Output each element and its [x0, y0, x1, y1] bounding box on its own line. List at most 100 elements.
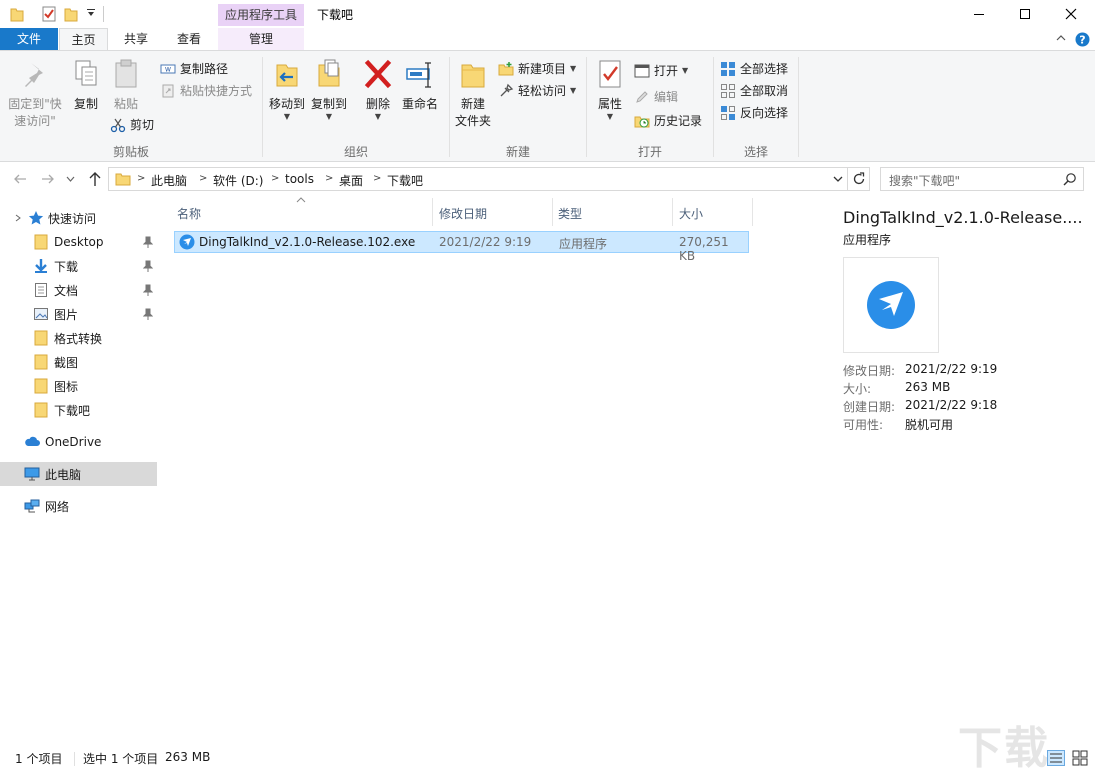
paste-shortcut-button[interactable]: 粘贴快捷方式	[160, 81, 252, 101]
breadcrumb-tools[interactable]: tools	[285, 172, 314, 186]
collapse-ribbon-icon[interactable]	[1056, 34, 1066, 42]
select-none-button[interactable]: 全部取消	[720, 81, 788, 101]
refresh-icon[interactable]	[852, 172, 866, 186]
nav-this-pc[interactable]: 此电脑	[0, 462, 157, 486]
status-bar: 1 个项目 选中 1 个项目 263 MB	[0, 746, 1095, 770]
column-divider[interactable]	[752, 198, 753, 226]
invert-selection-button[interactable]: 反向选择	[720, 103, 788, 123]
address-bar[interactable]: > 此电脑 > 软件 (D:) > tools > 桌面 > 下载吧	[108, 167, 870, 191]
column-header-size[interactable]: 大小	[679, 205, 703, 222]
breadcrumb-separator[interactable]: >	[137, 173, 145, 184]
preview-value-size: 263 MB	[905, 380, 951, 394]
address-dropdown-icon[interactable]	[833, 175, 843, 183]
file-list-area[interactable]	[160, 198, 820, 738]
dingtalk-app-icon	[179, 234, 195, 250]
tab-home[interactable]: 主页	[59, 28, 108, 50]
nav-label: 下载	[54, 259, 79, 274]
easy-access-button[interactable]: 轻松访问 ▼	[498, 81, 576, 101]
properties-button[interactable]: 属性 ▼	[594, 57, 626, 121]
breadcrumb-separator[interactable]: >	[325, 173, 333, 184]
nav-network[interactable]: 网络	[0, 494, 157, 518]
tab-manage[interactable]: 管理	[218, 28, 304, 50]
expand-chevron-icon[interactable]	[14, 214, 24, 222]
minimize-button[interactable]	[956, 0, 1002, 28]
column-divider[interactable]	[552, 198, 553, 226]
select-all-label: 全部选择	[740, 62, 789, 76]
column-divider[interactable]	[432, 198, 433, 226]
pin-icon[interactable]	[143, 284, 153, 296]
breadcrumb-desktop[interactable]: 桌面	[339, 172, 363, 189]
tab-file[interactable]: 文件	[0, 28, 58, 50]
new-item-label: 新建项目	[518, 62, 567, 76]
status-selected-size: 263 MB	[165, 750, 211, 764]
breadcrumb-separator[interactable]: >	[199, 173, 207, 184]
history-button[interactable]: 历史记录	[634, 111, 702, 131]
status-selected-count: 选中 1 个项目	[83, 752, 159, 766]
column-header-type[interactable]: 类型	[558, 205, 582, 222]
search-input-placeholder[interactable]: 搜索"下载吧"	[889, 172, 960, 189]
folder-icon[interactable]	[10, 6, 24, 22]
nav-item-pictures[interactable]: 图片	[0, 302, 157, 326]
picture-icon	[33, 306, 49, 322]
nav-item-documents[interactable]: 文档	[0, 278, 157, 302]
breadcrumb-separator[interactable]: >	[271, 173, 279, 184]
forward-arrow-icon[interactable]	[41, 172, 55, 186]
nav-onedrive[interactable]: OneDrive	[0, 430, 157, 454]
new-folder-icon	[457, 57, 489, 91]
new-folder-button[interactable]: 新建 文件夹	[454, 57, 492, 129]
paste-button[interactable]: 粘贴	[108, 57, 144, 112]
edit-button[interactable]: 编辑	[634, 87, 678, 107]
tab-view[interactable]: 查看	[163, 28, 215, 50]
column-header-modified[interactable]: 修改日期	[439, 205, 487, 222]
nav-quick-access[interactable]: 快速访问	[0, 206, 157, 230]
delete-button[interactable]: 删除 ▼	[360, 57, 396, 121]
context-tab-group-label: 应用程序工具	[218, 4, 304, 26]
preview-thumbnail	[843, 257, 939, 353]
column-header-name[interactable]: 名称	[177, 205, 201, 222]
column-divider[interactable]	[672, 198, 673, 226]
new-folder-quick-icon[interactable]	[64, 6, 78, 22]
nav-item-screenshots[interactable]: 截图	[0, 350, 157, 374]
breadcrumb-current[interactable]: 下载吧	[387, 172, 423, 189]
copy-path-button[interactable]: W 复制路径	[160, 59, 228, 79]
help-icon[interactable]: ?	[1075, 32, 1090, 47]
preview-key-availability: 可用性:	[843, 418, 884, 432]
select-all-button[interactable]: 全部选择	[720, 59, 788, 79]
group-label-clipboard: 剪贴板	[112, 145, 149, 159]
close-button[interactable]	[1048, 0, 1094, 28]
preview-file-type: 应用程序	[843, 233, 892, 247]
nav-item-desktop[interactable]: Desktop	[0, 230, 157, 254]
move-to-button[interactable]: 移动到 ▼	[266, 57, 308, 121]
back-arrow-icon[interactable]	[13, 172, 27, 186]
pin-to-quick-access-button[interactable]: 固定到"快 速访问"	[6, 57, 64, 129]
open-button[interactable]: 打开 ▼	[634, 61, 688, 81]
recent-locations-icon[interactable]	[66, 175, 75, 183]
tab-share[interactable]: 共享	[110, 28, 162, 50]
nav-label: 此电脑	[45, 467, 82, 482]
breadcrumb-this-pc[interactable]: 此电脑	[151, 172, 187, 189]
breadcrumb-separator[interactable]: >	[373, 173, 381, 184]
ribbon-separator	[713, 57, 714, 157]
search-icon[interactable]	[1063, 172, 1077, 186]
cut-button[interactable]: 剪切	[110, 115, 154, 135]
maximize-button[interactable]	[1002, 0, 1048, 28]
nav-item-downloads[interactable]: 下载	[0, 254, 157, 278]
nav-item-format-convert[interactable]: 格式转换	[0, 326, 157, 350]
copy-button[interactable]: 复制	[68, 57, 104, 112]
pin-icon[interactable]	[143, 308, 153, 320]
new-item-button[interactable]: 新建项目 ▼	[498, 59, 576, 79]
nav-item-icons[interactable]: 图标	[0, 374, 157, 398]
customize-toolbar-icon[interactable]	[86, 8, 96, 18]
properties-quick-icon[interactable]	[42, 6, 56, 22]
breadcrumb-drive-d[interactable]: 软件 (D:)	[213, 172, 263, 189]
properties-label: 属性	[597, 97, 622, 111]
up-arrow-icon[interactable]	[88, 171, 102, 187]
file-row[interactable]: DingTalkInd_v2.1.0-Release.102.exe 2021/…	[174, 231, 749, 263]
rename-button[interactable]: 重命名	[400, 57, 440, 112]
pin-icon	[19, 57, 51, 91]
copy-to-button[interactable]: 复制到 ▼	[308, 57, 350, 121]
pin-icon[interactable]	[143, 236, 153, 248]
search-box[interactable]: 搜索"下载吧"	[880, 167, 1084, 191]
pin-icon[interactable]	[143, 260, 153, 272]
nav-item-xiazaiba[interactable]: 下载吧	[0, 398, 157, 422]
